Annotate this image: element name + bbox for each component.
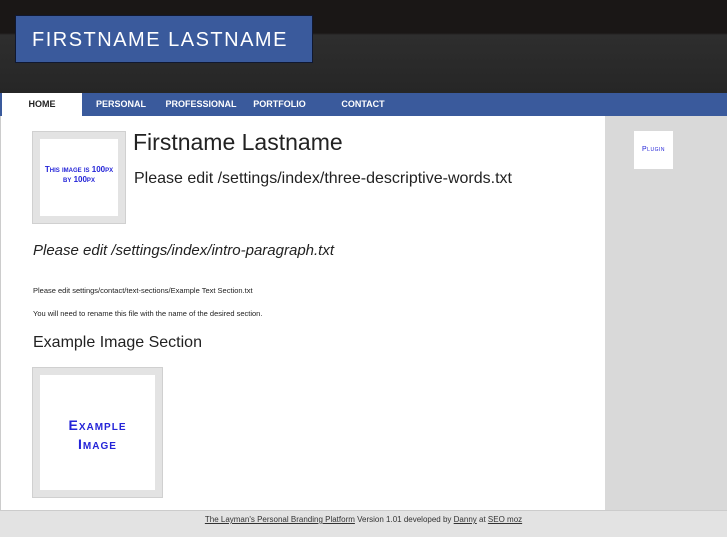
example-image: Example Image [32,367,163,498]
profile-image: This image is 100px by 100px [32,131,126,224]
intro-paragraph: Please edit /settings/index/intro-paragr… [33,242,335,259]
site-logo[interactable]: FIRSTNAME LASTNAME [15,15,313,63]
descriptive-words: Please edit /settings/index/three-descri… [134,170,512,187]
page-title: Firstname Lastname [133,129,343,155]
text-section-line: You will need to rename this file with t… [33,309,263,318]
nav-personal[interactable]: PERSONAL [82,93,160,116]
platform-link[interactable]: The Layman's Personal Branding Platform [205,515,355,524]
sidebar: Plugin [605,116,727,510]
image-section-title: Example Image Section [33,334,202,351]
version-text: Version 1.01 developed by [354,515,454,524]
main-nav: HOME PERSONAL PROFESSIONAL PORTFOLIO CON… [0,93,727,116]
nav-portfolio[interactable]: PORTFOLIO [242,93,317,116]
main-content: This image is 100px by 100px Firstname L… [0,116,605,510]
text-section-line: Please edit settings/contact/text-sectio… [33,286,253,295]
header: FIRSTNAME LASTNAME [0,0,727,93]
footer: The Layman's Personal Branding Platform … [0,510,727,537]
plugin-box: Plugin [634,131,673,169]
nav-home[interactable]: HOME [0,93,82,116]
nav-professional[interactable]: PROFESSIONAL [160,93,242,116]
company-link[interactable]: SEO moz [488,515,522,524]
author-link[interactable]: Danny [454,515,477,524]
at-text: at [476,515,488,524]
nav-contact[interactable]: CONTACT [317,93,409,116]
